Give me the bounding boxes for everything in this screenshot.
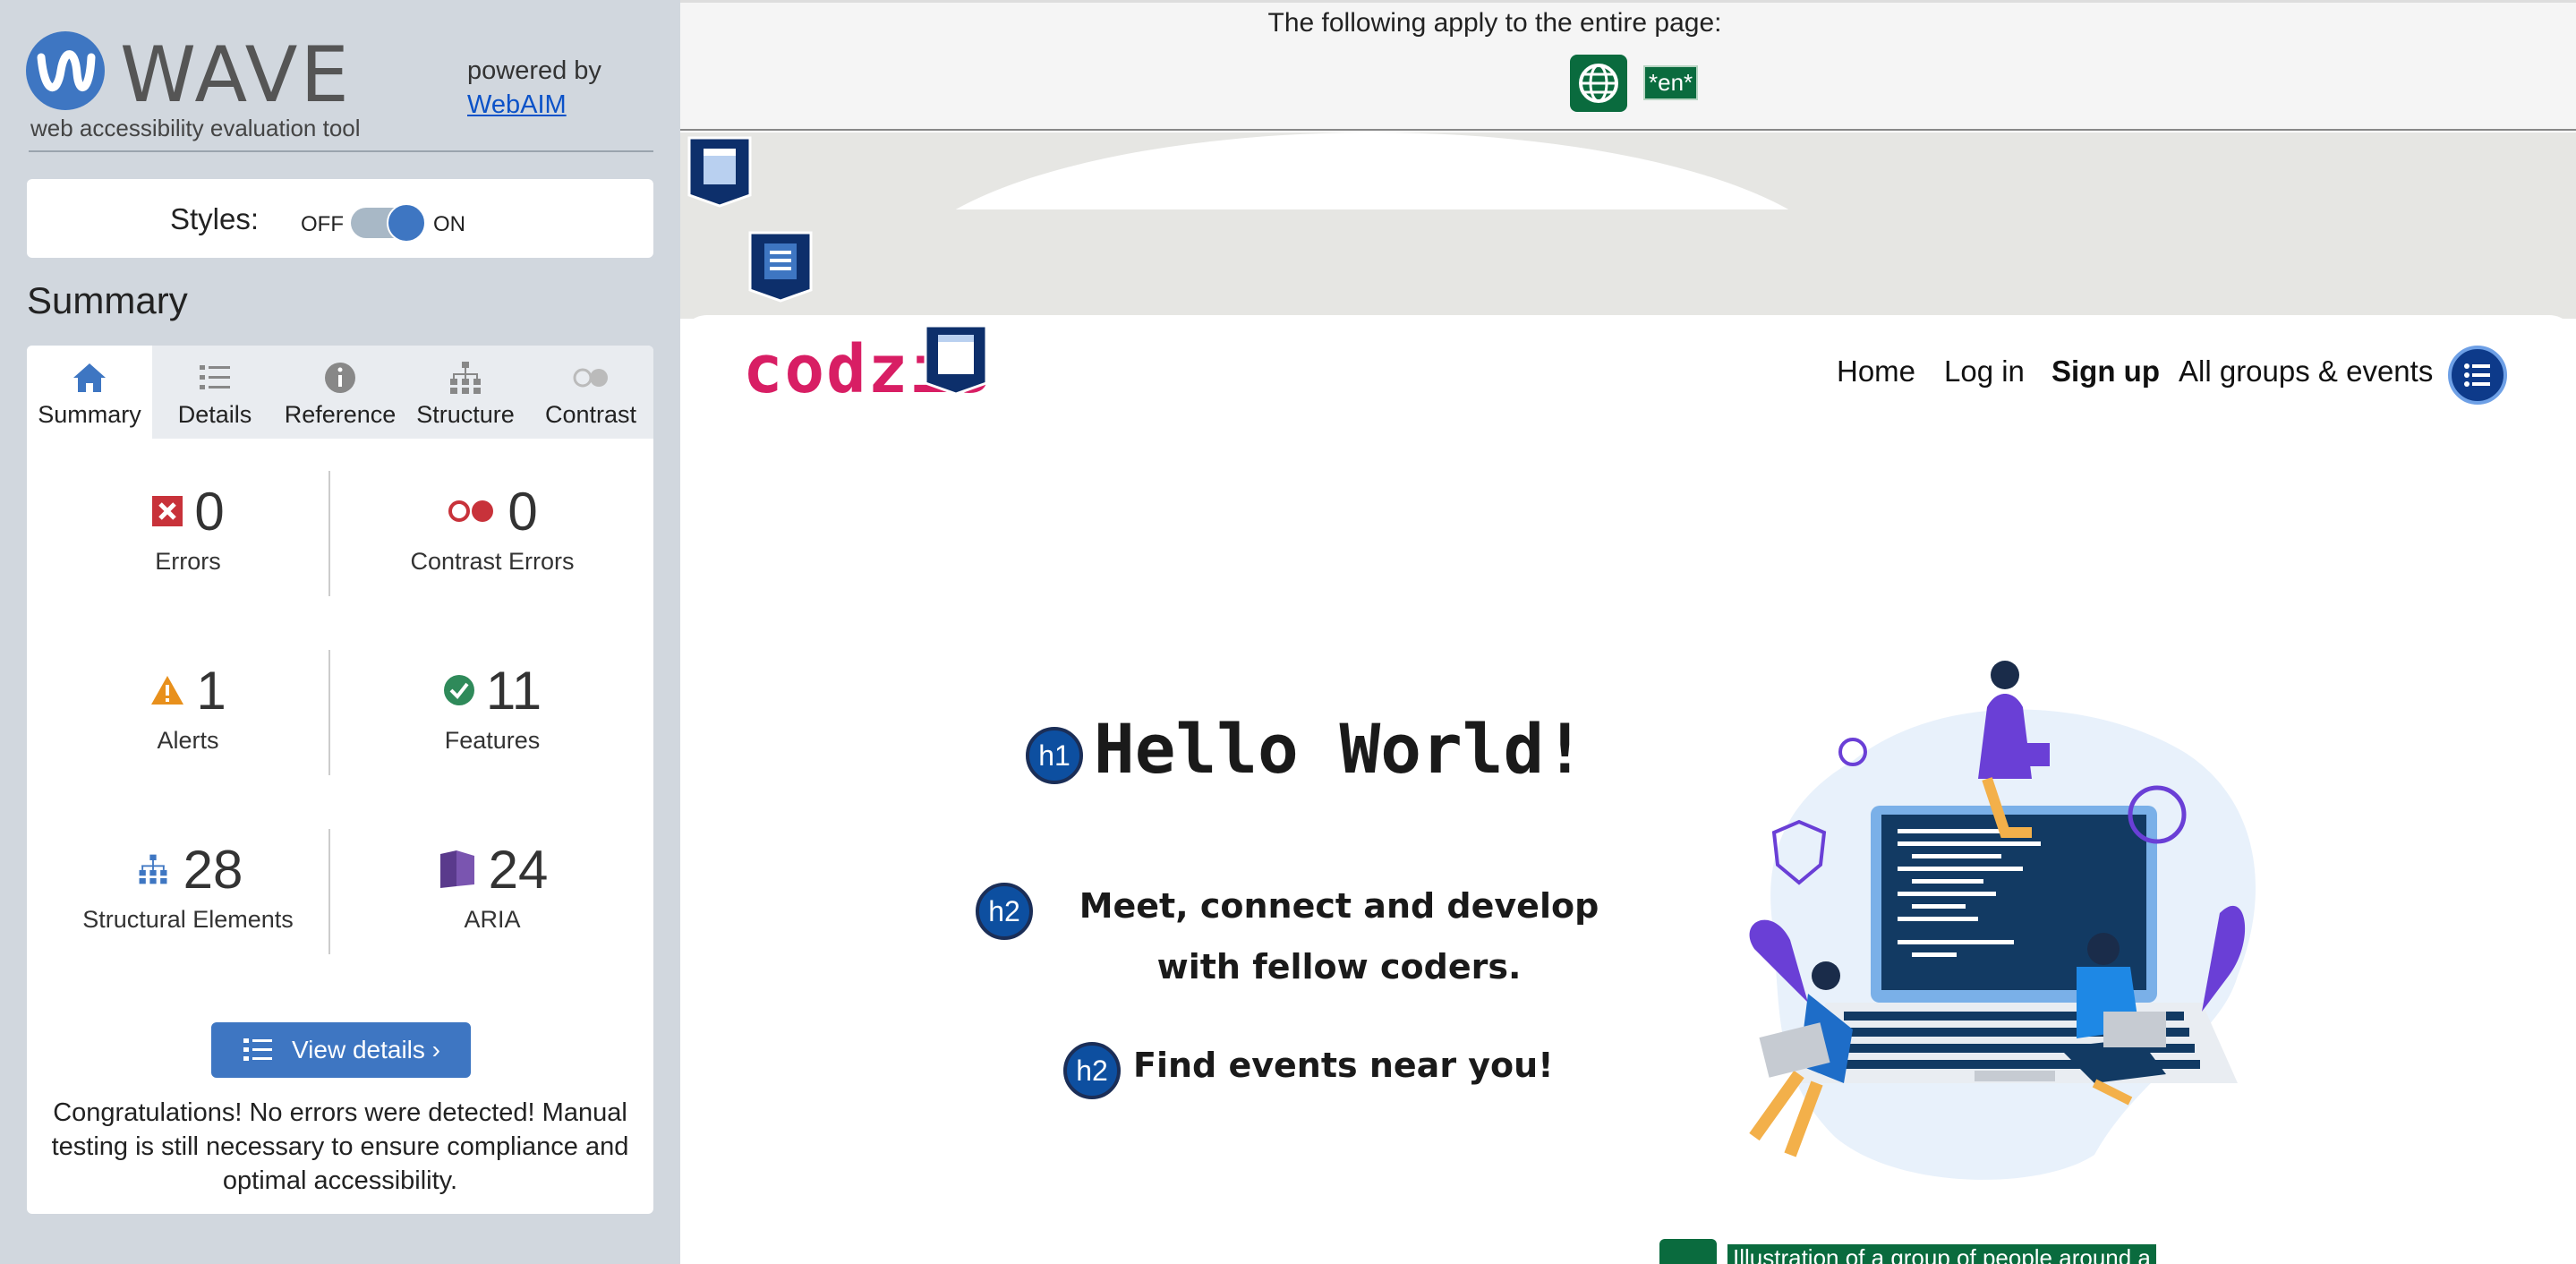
styles-off-label: OFF: [301, 212, 344, 236]
wave-logo-icon: [26, 31, 105, 110]
alerts-count: 1: [196, 660, 226, 721]
summary-panel: Summary Details Reference Structure Cont…: [27, 346, 653, 1214]
nav-login[interactable]: Log in: [1944, 354, 2025, 389]
h1-marker-icon[interactable]: h1: [1026, 727, 1083, 784]
tab-reference[interactable]: Reference: [277, 346, 403, 439]
sitemap-icon: [403, 358, 528, 401]
structural-count: 28: [183, 839, 243, 900]
evaluated-page: The following apply to the entire page: …: [680, 0, 2576, 1264]
page-h1: Hello World!: [1094, 709, 1586, 789]
styles-on-label: ON: [433, 212, 465, 236]
language-badge[interactable]: *en*: [1643, 65, 1699, 100]
webaim-link[interactable]: WebAIM: [467, 90, 567, 119]
header-divider: [29, 150, 653, 152]
view-details-button[interactable]: View details ›: [211, 1022, 471, 1078]
contrast-icon: [528, 358, 653, 401]
aria-label: ARIA: [464, 906, 521, 933]
list-icon: [152, 358, 277, 401]
contrast-errors-label: Contrast Errors: [410, 548, 575, 575]
aria-icon: [439, 850, 474, 888]
stat-errors[interactable]: 0 Errors: [45, 480, 331, 576]
features-count: 11: [485, 660, 542, 721]
tab-bar: Summary Details Reference Structure Cont…: [27, 346, 653, 439]
wave-header: WAVE web accessibility evaluation tool p…: [25, 27, 652, 152]
nav-home[interactable]: Home: [1837, 354, 1915, 389]
contrast-error-icon: [448, 500, 494, 522]
errors-count: 0: [194, 481, 225, 542]
h2-marker-icon[interactable]: h2: [976, 883, 1033, 940]
stat-alerts[interactable]: 1 Alerts: [45, 659, 331, 755]
aria-banner-icon[interactable]: [922, 324, 990, 396]
list-icon: [243, 1038, 272, 1061]
aria-count: 24: [488, 839, 549, 900]
congrats-message: Congratulations! No errors were detected…: [51, 1098, 629, 1195]
wave-tagline: web accessibility evaluation tool: [30, 115, 361, 141]
home-icon: [27, 358, 152, 401]
hero-arc-cover: [859, 209, 1889, 317]
summary-heading: Summary: [27, 279, 188, 321]
coders-illustration: [1749, 661, 2256, 1180]
powered-by-label: powered by: [467, 56, 601, 85]
unordered-list-icon[interactable]: [2448, 346, 2507, 405]
view-details-label: View details ›: [291, 1036, 440, 1063]
tab-reference-label: Reference: [284, 401, 397, 428]
hero-background: [680, 132, 2576, 319]
tab-structure-label: Structure: [416, 401, 515, 428]
info-icon: [277, 358, 403, 401]
powered-by: powered by WebAIM: [467, 54, 601, 122]
alt-text-label: Illustration of a group of people around…: [1727, 1244, 2156, 1264]
stat-features[interactable]: 11 Features: [349, 659, 635, 755]
alert-icon: [151, 676, 184, 705]
h2-marker-icon[interactable]: h2: [1063, 1042, 1121, 1099]
nav-all-groups[interactable]: All groups & events: [2179, 354, 2433, 389]
tab-summary-label: Summary: [38, 401, 141, 428]
aria-landmark-icon[interactable]: [746, 231, 815, 303]
wave-sidebar: WAVE web accessibility evaluation tool p…: [0, 0, 680, 1264]
tab-contrast[interactable]: Contrast: [528, 346, 653, 439]
page-h2-events: Find events near you!: [1133, 1046, 1554, 1085]
tab-structure[interactable]: Structure: [403, 346, 528, 439]
features-label: Features: [444, 727, 541, 754]
tab-summary[interactable]: Summary: [27, 346, 152, 439]
wave-logo-text: WAVE: [120, 30, 352, 120]
styles-label: Styles:: [170, 202, 260, 235]
page-h2-meet: Meet, connect and develop with fellow co…: [1079, 886, 1599, 986]
alt-text-icon[interactable]: [1659, 1239, 1717, 1264]
errors-label: Errors: [155, 548, 221, 575]
structural-label: Structural Elements: [82, 906, 294, 933]
stat-aria[interactable]: 24 ARIA: [349, 838, 635, 934]
page-level-banner: The following apply to the entire page: …: [680, 0, 2576, 131]
contrast-errors-count: 0: [508, 481, 538, 542]
tab-details[interactable]: Details: [152, 346, 277, 439]
aria-region-icon[interactable]: [686, 136, 754, 208]
tab-contrast-label: Contrast: [544, 401, 637, 428]
error-icon: [152, 496, 183, 526]
styles-toggle[interactable]: [351, 203, 426, 243]
toggle-knob[interactable]: [387, 203, 426, 243]
stat-contrast-errors[interactable]: 0 Contrast Errors: [349, 480, 635, 576]
page-level-text: The following apply to the entire page:: [1267, 8, 1722, 38]
alerts-label: Alerts: [157, 727, 219, 754]
styles-toggle-card: Styles: OFF ON: [27, 179, 653, 258]
structure-icon: [139, 854, 167, 884]
stat-structural[interactable]: 28 Structural Elements: [45, 838, 331, 934]
language-globe-icon[interactable]: [1570, 55, 1627, 112]
nav-signup[interactable]: Sign up: [2051, 354, 2160, 389]
site-logo-text: codzi: [743, 331, 951, 408]
tab-details-label: Details: [177, 401, 252, 428]
feature-check-icon: [443, 675, 474, 705]
